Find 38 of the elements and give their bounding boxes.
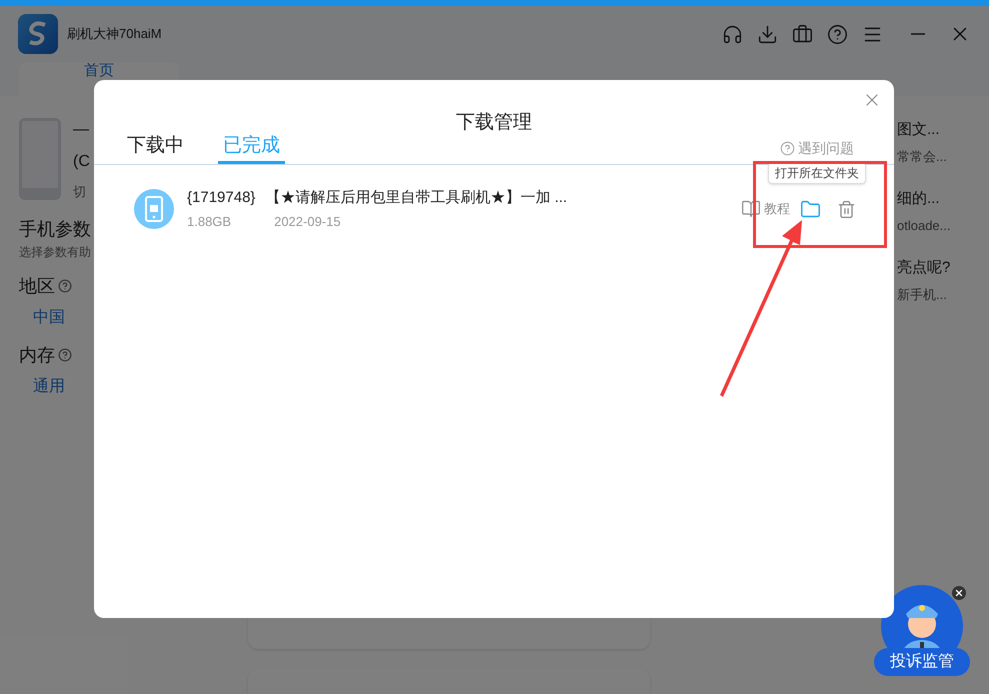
phone-lock-icon [134,189,174,229]
help-link[interactable]: 遇到问题 [798,138,854,159]
article-summary: 新手机... [897,286,948,304]
download-name: 【★请解压后用包里自带工具刷机★】一加 ... [265,188,568,208]
tab[interactable]: 下载中 [127,131,184,164]
file-size: 1.88GB [187,212,232,230]
params-hint: 选择参数有助 [19,244,91,260]
device-name: — [73,120,90,140]
download-id: {1719748} [187,188,256,208]
tab[interactable]: 已完成 [218,131,285,164]
folder-icon[interactable] [800,198,821,220]
dialog-title: 下载管理 [456,111,532,135]
help-icon[interactable] [58,348,72,362]
field-label: 内存 [19,344,55,366]
article-title[interactable]: 亮点呢? [897,257,950,280]
trash-icon[interactable] [837,200,856,218]
article-title[interactable]: 图文... [897,119,950,142]
tutorial-link[interactable]: 教程 [764,199,790,219]
help-icon[interactable] [58,279,72,293]
article-title[interactable]: 细的... [897,188,950,210]
briefcase-icon[interactable] [792,24,813,44]
switch-link[interactable]: 切 [73,182,90,202]
field-label: 地区 [19,274,55,298]
download-icon[interactable] [757,24,778,44]
book-icon[interactable] [741,199,761,219]
complaint-button[interactable]: 投诉监管 [874,648,970,676]
headset-icon[interactable] [722,24,743,44]
params-title: 手机参数 [19,218,91,240]
help-icon[interactable] [827,24,848,44]
device-model: (C [73,152,90,172]
app-logo-icon [18,14,58,54]
article-summary: 常常会... [897,148,948,166]
article-summary: otloade... [897,216,950,234]
app-title: 刷机大神70haiM [67,25,162,44]
download-date: 2022-09-15 [274,212,341,230]
close-icon[interactable] [952,586,966,600]
help-icon[interactable] [780,141,795,156]
complaint-widget[interactable]: 投诉监管 [874,584,970,676]
